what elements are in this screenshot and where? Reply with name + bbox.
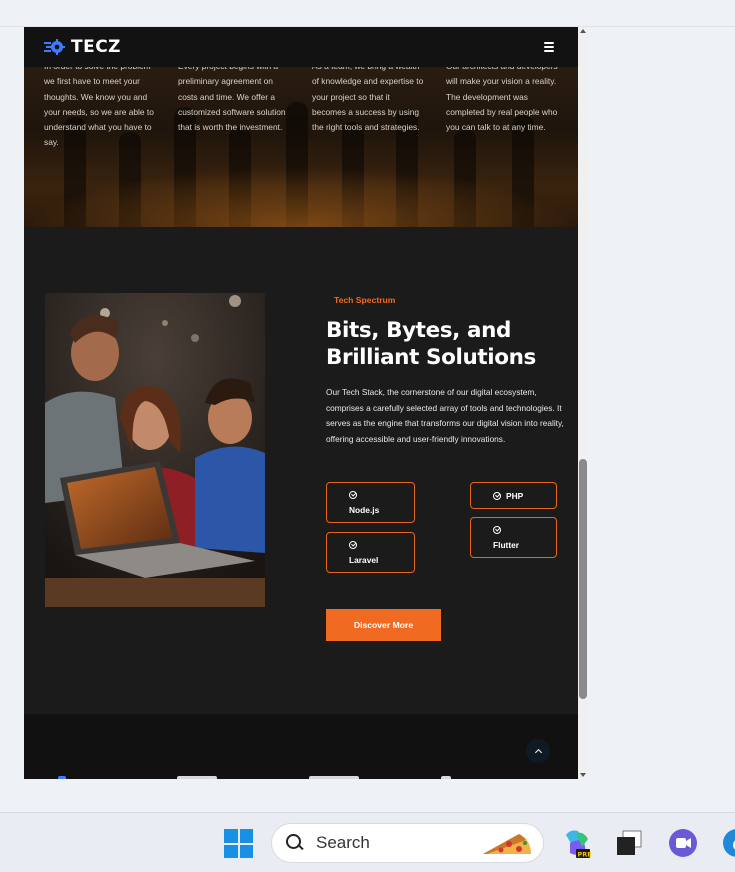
browser-viewport: TECZ In order to solve the problem we fi… xyxy=(24,27,588,779)
hamburger-menu-icon[interactable] xyxy=(540,40,558,54)
scroll-up-arrow-icon[interactable] xyxy=(580,29,586,33)
scrollbar-thumb[interactable] xyxy=(579,459,587,699)
tech-badge-label: Laravel xyxy=(349,554,379,565)
check-circle-icon xyxy=(349,540,357,549)
pizza-icon xyxy=(479,830,535,858)
brand-name: TECZ xyxy=(71,37,122,57)
team-working-photo xyxy=(45,293,265,607)
teams-icon[interactable] xyxy=(667,827,699,859)
check-circle-icon xyxy=(493,525,501,534)
copilot-icon[interactable]: PRE xyxy=(560,827,592,859)
process-text: As a team, we bring a wealth of knowledg… xyxy=(312,67,424,133)
windows-start-icon[interactable] xyxy=(224,829,253,858)
tech-badge-label: PHP xyxy=(506,490,524,501)
chevron-up-icon[interactable] xyxy=(526,739,550,763)
tech-spectrum-section: Tech Spectrum Bits, Bytes, and Brilliant… xyxy=(24,227,578,714)
brand-logo[interactable]: TECZ xyxy=(44,37,121,57)
scroll-down-arrow-icon[interactable] xyxy=(580,773,586,777)
svg-text:PRE: PRE xyxy=(578,851,592,859)
taskbar-search-box[interactable]: Search xyxy=(271,823,544,863)
page-scrollbar[interactable] xyxy=(578,27,588,779)
tech-badge-nodejs[interactable]: Node.js xyxy=(326,482,415,523)
task-view-icon[interactable] xyxy=(613,827,645,859)
site-footer xyxy=(24,714,578,779)
process-text: Our architects and developers will make … xyxy=(446,67,558,133)
section-eyebrow: Tech Spectrum xyxy=(334,295,396,305)
process-columns: In order to solve the problem we first h… xyxy=(44,67,564,151)
tech-badge-label: Node.js xyxy=(349,504,380,515)
tech-badge-laravel[interactable]: Laravel xyxy=(326,532,415,573)
process-band: In order to solve the problem we first h… xyxy=(24,67,578,227)
site-header: TECZ xyxy=(24,27,578,67)
tech-badge-flutter[interactable]: Flutter xyxy=(470,517,557,558)
section-heading: Bits, Bytes, and Brilliant Solutions xyxy=(326,318,536,370)
search-icon xyxy=(286,834,304,852)
process-text: In order to solve the problem we first h… xyxy=(44,67,154,148)
discover-more-button[interactable]: Discover More xyxy=(326,609,441,641)
process-text: Every project begins with a preliminary … xyxy=(178,67,286,133)
section-description: Our Tech Stack, the cornerstone of our d… xyxy=(326,387,564,444)
check-circle-icon xyxy=(349,490,357,499)
tech-badge-label: Flutter xyxy=(493,539,520,550)
search-label: Search xyxy=(316,833,370,852)
windows-taskbar: Search PRE xyxy=(0,812,735,872)
check-circle-icon xyxy=(493,491,501,500)
tech-badge-php[interactable]: PHP xyxy=(470,482,557,509)
tecz-logo-icon xyxy=(44,38,66,56)
edge-icon[interactable] xyxy=(721,827,735,859)
